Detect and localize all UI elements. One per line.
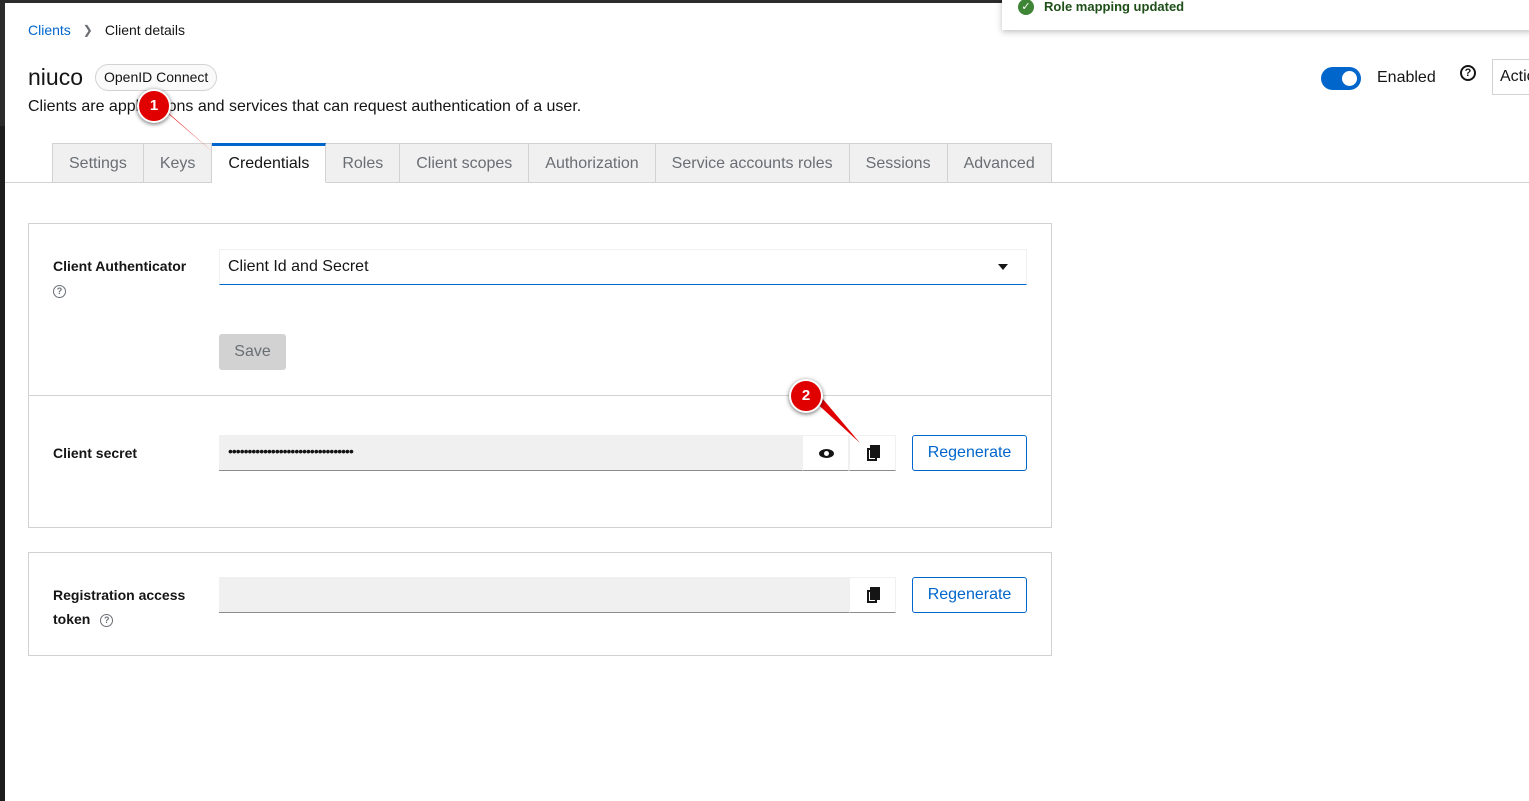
check-circle-icon: ✓: [1018, 0, 1034, 15]
registration-token-label: Registration access token ?: [53, 587, 186, 627]
help-icon[interactable]: ?: [100, 613, 114, 627]
client-secret-label: Client secret: [53, 445, 138, 461]
client-secret-value: ••••••••••••••••••••••••••••••••: [228, 443, 354, 459]
copy-icon: [867, 445, 880, 461]
help-icon[interactable]: ?: [53, 284, 66, 298]
help-icon[interactable]: ?: [1460, 65, 1476, 81]
tab-client-scopes[interactable]: Client scopes: [400, 143, 530, 183]
tab-advanced[interactable]: Advanced: [947, 143, 1052, 183]
tab-sessions[interactable]: Sessions: [849, 143, 948, 183]
registration-token-card: Registration access token ? Regenerate: [28, 552, 1052, 656]
tab-roles[interactable]: Roles: [326, 143, 401, 183]
eye-icon: [819, 449, 834, 458]
copy-secret-button[interactable]: [849, 435, 896, 471]
breadcrumb-current: Client details: [104, 22, 186, 38]
toggle-knob: [1342, 71, 1357, 86]
tab-credentials[interactable]: Credentials: [212, 143, 327, 183]
registration-token-input[interactable]: [219, 577, 849, 613]
action-dropdown-button[interactable]: Action: [1492, 59, 1529, 95]
protocol-badge: OpenID Connect: [95, 64, 218, 91]
page-description: Clients are applications and services th…: [28, 98, 582, 115]
success-toast: ✓ Role mapping updated: [1002, 0, 1529, 30]
breadcrumb: Clients ❯ Client details: [28, 22, 185, 38]
toast-message: Role mapping updated: [1044, 0, 1185, 14]
client-authenticator-select[interactable]: Client Id and Secret: [219, 249, 1027, 285]
save-button[interactable]: Save: [219, 334, 286, 370]
tab-keys[interactable]: Keys: [143, 143, 213, 183]
show-secret-button[interactable]: [802, 435, 849, 471]
breadcrumb-clients-link[interactable]: Clients: [28, 22, 71, 38]
client-tabs: Settings Keys Credentials Roles Client s…: [52, 143, 1052, 183]
annotation-marker-2: 2: [789, 379, 823, 413]
credentials-card: Client Authenticator ? Client Id and Sec…: [28, 223, 1052, 528]
enabled-label: Enabled: [1377, 69, 1436, 86]
regenerate-token-button[interactable]: Regenerate: [912, 577, 1027, 613]
annotation-marker-1: 1: [137, 89, 171, 123]
client-authenticator-label: Client Authenticator ?: [53, 258, 187, 298]
tab-settings[interactable]: Settings: [52, 143, 144, 183]
caret-down-icon: [998, 264, 1008, 270]
copy-token-button[interactable]: [849, 577, 896, 613]
enabled-toggle[interactable]: [1321, 67, 1361, 90]
regenerate-secret-button[interactable]: Regenerate: [912, 435, 1027, 471]
tab-authorization[interactable]: Authorization: [529, 143, 656, 183]
copy-icon: [867, 587, 880, 603]
sidebar-edge: [0, 0, 5, 801]
client-secret-input[interactable]: ••••••••••••••••••••••••••••••••: [219, 435, 802, 471]
tab-service-accounts-roles[interactable]: Service accounts roles: [655, 143, 850, 183]
card-divider: [29, 395, 1051, 396]
page-title: niuco: [28, 64, 83, 90]
chevron-right-icon: ❯: [82, 23, 93, 37]
